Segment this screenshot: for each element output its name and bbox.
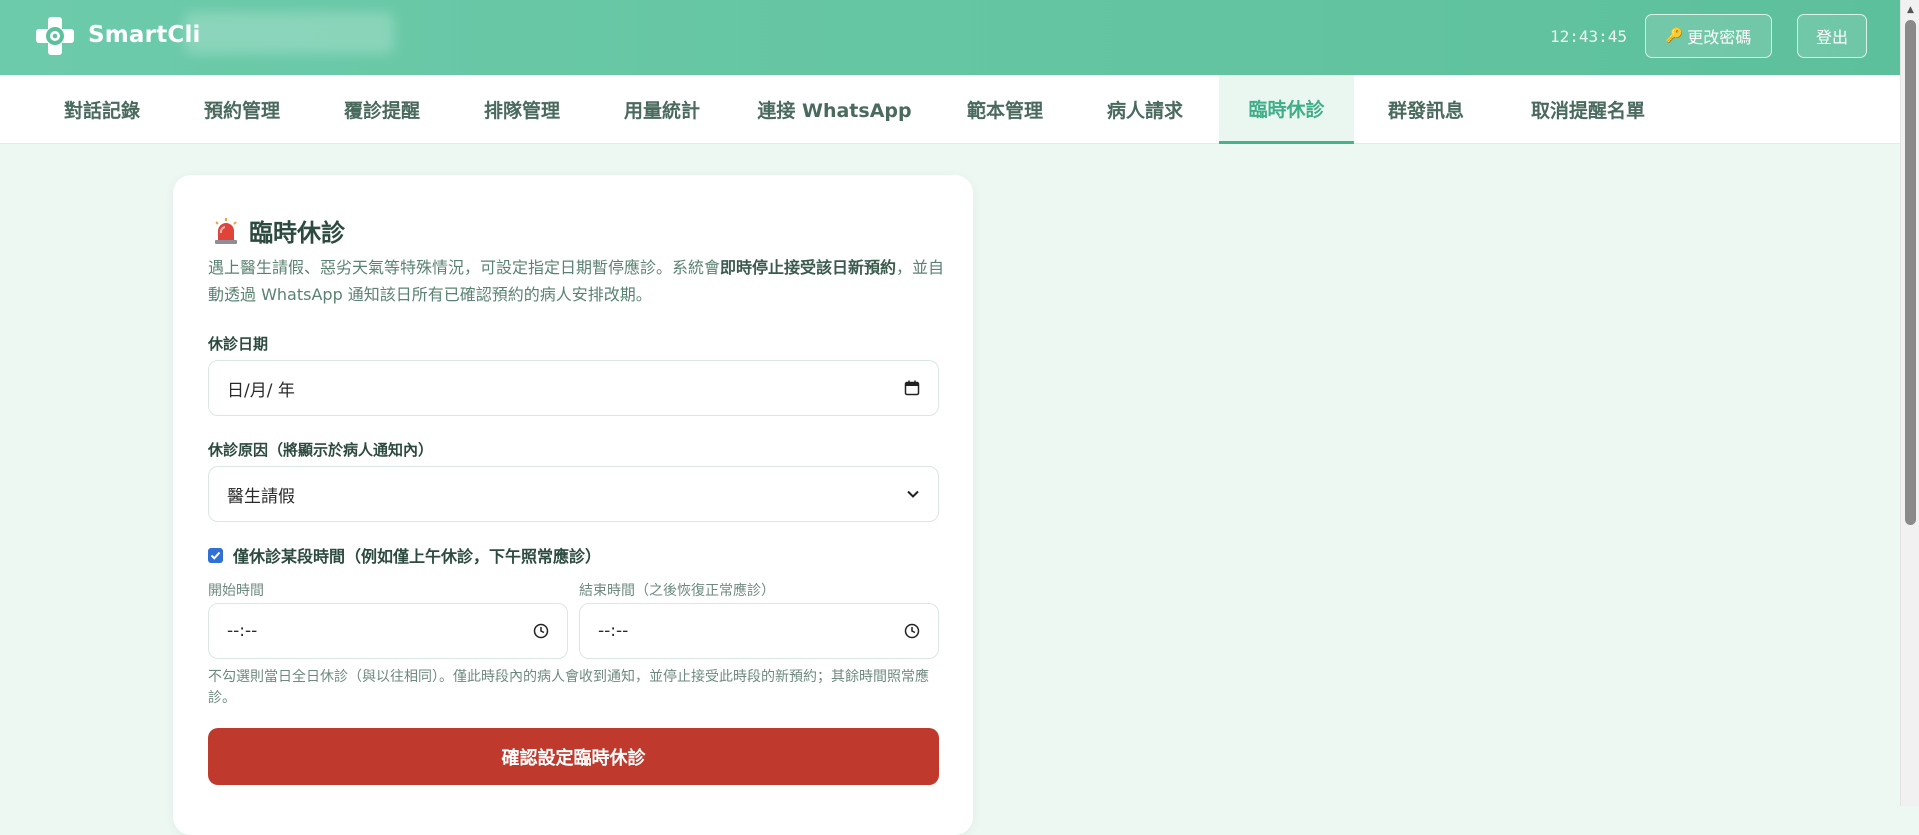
redacted-clinic-name bbox=[184, 12, 394, 54]
change-password-button[interactable]: 🔑 更改密碼 bbox=[1645, 14, 1772, 58]
reason-label: 休診原因（將顯示於病人通知內） bbox=[208, 441, 434, 459]
tab-patient-requests[interactable]: 病人請求 bbox=[1081, 75, 1209, 144]
partial-closure-option[interactable]: 僅休診某段時間（例如僅上午休診，下午照常應診） bbox=[208, 543, 601, 567]
reason-select[interactable]: 醫生請假 bbox=[208, 466, 939, 522]
description-bold: 即時停止接受該日新預約 bbox=[720, 258, 897, 277]
tab-followup-reminders[interactable]: 覆診提醒 bbox=[318, 75, 446, 144]
start-time-value: --:-- bbox=[227, 621, 258, 641]
temporary-closure-card: 臨時休診 遇上醫生請假、惡劣天氣等特殊情況，可設定指定日期暫停應診。系統會即時停… bbox=[173, 175, 973, 835]
scrollbar-thumb[interactable] bbox=[1905, 20, 1916, 525]
clock-icon[interactable] bbox=[904, 623, 920, 639]
clock-icon[interactable] bbox=[533, 623, 549, 639]
description: 遇上醫生請假、惡劣天氣等特殊情況，可設定指定日期暫停應診。系統會即時停止接受該日… bbox=[208, 254, 948, 308]
key-icon: 🔑 bbox=[1665, 28, 1684, 44]
tab-templates[interactable]: 範本管理 bbox=[941, 75, 1069, 144]
tab-temporary-closure[interactable]: 臨時休診 bbox=[1219, 75, 1354, 144]
partial-closure-checkbox[interactable] bbox=[208, 547, 223, 563]
current-time: 12:43:45 bbox=[1550, 27, 1628, 46]
tab-appointments[interactable]: 預約管理 bbox=[178, 75, 306, 144]
start-time-label: 開始時間 bbox=[208, 583, 264, 599]
date-input-value: 日/月/ 年 bbox=[227, 380, 295, 401]
tab-unsubscribe-list[interactable]: 取消提醒名單 bbox=[1508, 75, 1668, 144]
end-time-value: --:-- bbox=[598, 621, 629, 641]
date-label: 休診日期 bbox=[208, 335, 269, 353]
partial-closure-hint: 不勾選則當日全日休診（與以往相同）。僅此時段內的病人會收到通知，並停止接受此時段… bbox=[208, 669, 929, 706]
main-tab-bar: 對話記錄 預約管理 覆診提醒 排隊管理 用量統計 連接 WhatsApp 範本管… bbox=[0, 75, 1900, 144]
confirm-closure-button[interactable]: 確認設定臨時休診 bbox=[208, 728, 939, 785]
partial-closure-label: 僅休診某段時間（例如僅上午休診，下午照常應診） bbox=[233, 547, 602, 566]
date-input[interactable]: 日/月/ 年 bbox=[208, 360, 939, 416]
card-title-text: 臨時休診 bbox=[249, 219, 345, 247]
checkmark-icon bbox=[210, 551, 221, 560]
tab-usage-stats[interactable]: 用量統計 bbox=[598, 75, 726, 144]
change-password-label: 更改密碼 bbox=[1687, 28, 1752, 47]
card-title: 臨時休診 bbox=[213, 213, 345, 248]
tab-conversations[interactable]: 對話記錄 bbox=[38, 75, 166, 144]
siren-icon bbox=[215, 217, 237, 244]
tab-broadcast[interactable]: 群發訊息 bbox=[1362, 75, 1490, 144]
end-time-label: 結束時間（之後恢復正常應診） bbox=[579, 583, 775, 599]
start-time-input[interactable]: --:-- bbox=[208, 603, 568, 659]
description-part-1: 遇上醫生請假、惡劣天氣等特殊情況，可設定指定日期暫停應診。系統會 bbox=[208, 258, 721, 277]
page-scrollbar[interactable]: ▲ bbox=[1900, 0, 1919, 806]
scroll-up-icon[interactable]: ▲ bbox=[1901, 2, 1919, 18]
reason-select-value: 醫生請假 bbox=[227, 486, 295, 507]
logout-button[interactable]: 登出 bbox=[1797, 14, 1867, 58]
tab-queue[interactable]: 排隊管理 bbox=[458, 75, 586, 144]
calendar-icon[interactable] bbox=[904, 380, 920, 396]
chevron-down-icon bbox=[907, 490, 919, 498]
tab-connect-whatsapp[interactable]: 連接 WhatsApp bbox=[742, 75, 927, 144]
clinic-cross-logo[interactable] bbox=[35, 16, 75, 56]
end-time-input[interactable]: --:-- bbox=[579, 603, 939, 659]
app-header: SmartCli 12:43:45 🔑 更改密碼 登出 bbox=[0, 0, 1900, 75]
